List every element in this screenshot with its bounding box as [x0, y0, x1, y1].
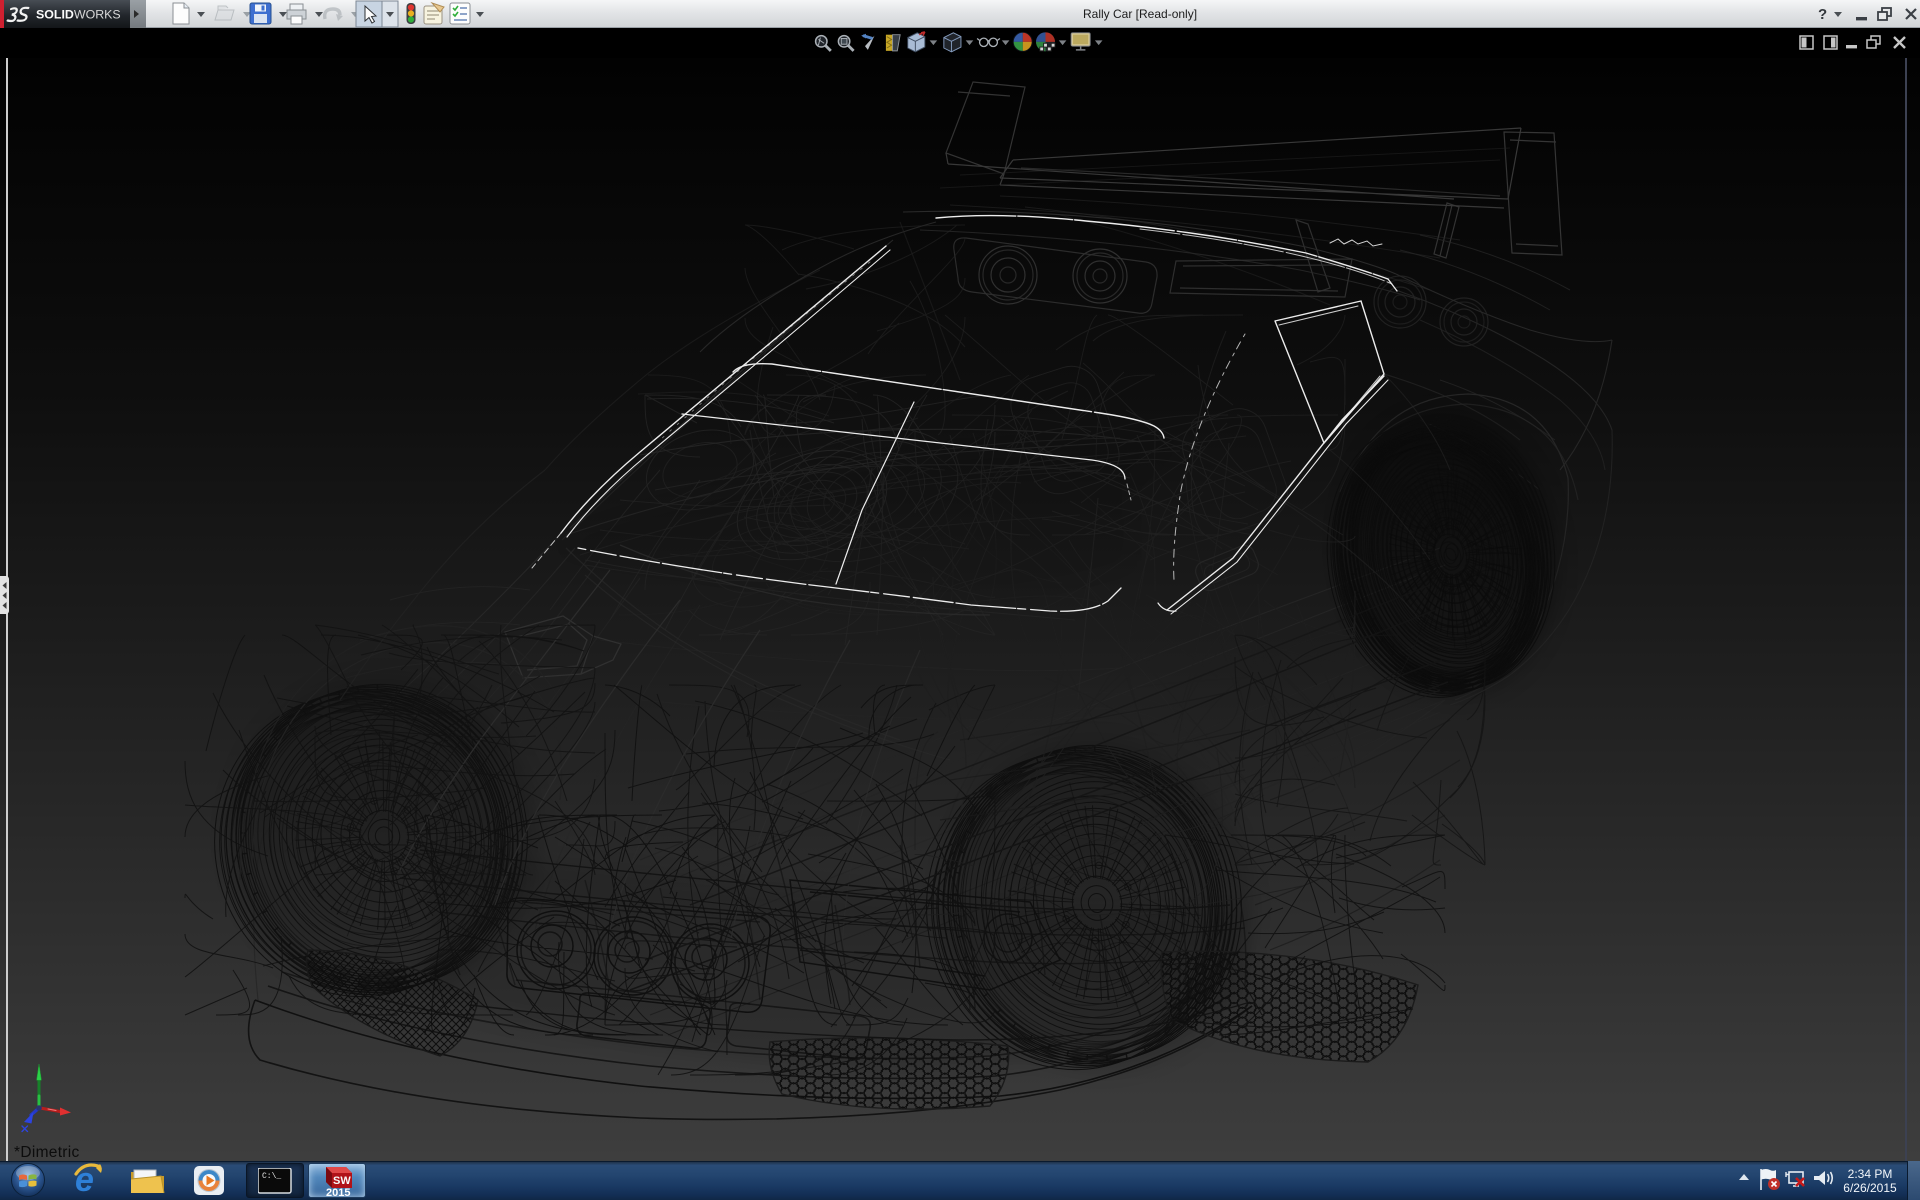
svg-text:?: ?	[1818, 6, 1827, 23]
svg-text:SOLIDWORKS: SOLIDWORKS	[36, 8, 121, 22]
svg-text:C:\_: C:\_	[262, 1172, 281, 1181]
svg-text:2015: 2015	[326, 1187, 350, 1198]
svg-text:SW: SW	[333, 1175, 351, 1187]
